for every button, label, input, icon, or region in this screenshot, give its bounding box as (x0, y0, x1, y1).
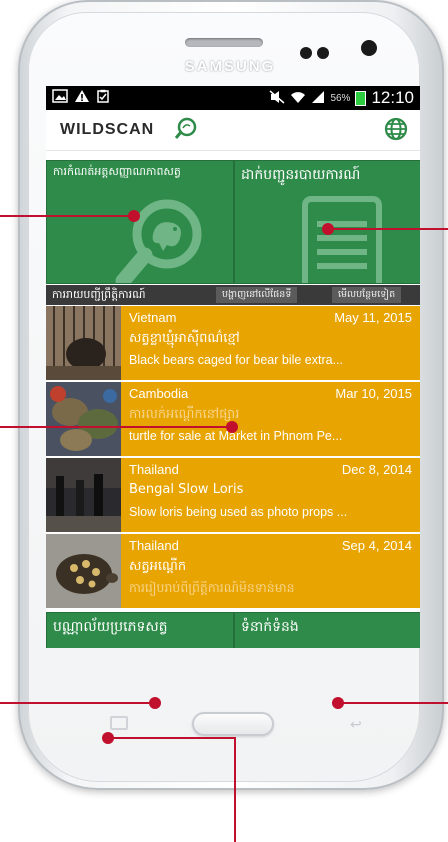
tortoise-photo (46, 534, 121, 608)
image-icon (52, 89, 68, 106)
incident-date: Mar 10, 2015 (335, 386, 412, 401)
incident-title: Bengal Slow Loris (129, 482, 244, 497)
magnifier-logo-icon (173, 116, 199, 147)
back-button-icon[interactable]: ↩ (350, 716, 362, 733)
submit-report-label: ដាក់បញ្ជូនរបាយការណ៍ (241, 167, 361, 183)
bear-cage-photo (46, 306, 121, 380)
magnifier-animal-icon (105, 189, 215, 283)
clock: 12:10 (371, 88, 414, 107)
incident-date: Sep 4, 2014 (341, 538, 412, 553)
front-sensor-icon (300, 47, 312, 59)
clipboard-icon (96, 89, 110, 106)
incident-list-title: ការរាយបញ្ជីព្រឹត្តិការណ៍ (52, 288, 146, 301)
contacts-tile[interactable]: ទំនាក់ទំនង (234, 612, 420, 648)
incident-country: Thailand (129, 462, 179, 477)
callout-line (0, 426, 232, 428)
incident-description: Slow loris being used as photo props ... (129, 505, 348, 519)
street-photo (46, 458, 121, 532)
incident-item[interactable]: Thailand Dec 8, 2014 Bengal Slow Loris S… (46, 458, 420, 534)
incident-date: Dec 8, 2014 (341, 462, 412, 477)
species-library-label: បណ្ណាល័យប្រភេទសត្វ (53, 619, 168, 635)
incident-description: turtle for sale at Market in Phnom Pe... (129, 429, 343, 443)
callout-line (108, 737, 236, 739)
see-more-tab[interactable]: មើលបន្ថែមទៀត (332, 287, 402, 303)
front-camera-icon (361, 40, 377, 56)
incident-title: សត្វអណ្តើក (129, 559, 187, 574)
callout-line (338, 702, 448, 704)
incident-country: Cambodia (129, 386, 189, 401)
mute-icon (269, 89, 285, 107)
battery-icon (355, 90, 367, 106)
incident-date: May 11, 2015 (334, 310, 412, 325)
incident-title: សត្វខ្លាឃ្មុំអាស៊ីពណ៌ខ្មៅ (129, 331, 240, 346)
wifi-icon (290, 90, 306, 107)
signal-icon (311, 90, 325, 107)
incident-item[interactable]: Thailand Sep 4, 2014 សត្វអណ្តើក ការរៀបរា… (46, 534, 420, 610)
identify-species-tile[interactable]: ការកំណត់អត្តសញ្ញាណភាពសត្វ (46, 160, 234, 284)
callout-dot (322, 223, 334, 235)
callout-line (0, 215, 135, 217)
warning-icon (74, 89, 90, 106)
callout-dot (149, 697, 161, 709)
status-bar: 56% 12:10 (46, 86, 420, 110)
home-button[interactable] (192, 712, 274, 736)
callout-dot (102, 732, 114, 744)
device-brand: SAMSUNG (184, 58, 276, 75)
incident-item[interactable]: Vietnam May 11, 2015 សត្វខ្លាឃ្មុំអាស៊ីព… (46, 306, 420, 382)
document-icon (301, 195, 383, 283)
app-screen: 56% 12:10 WILDSCAN ការកំណត់អត្តសញ្ញាណភាព… (46, 86, 420, 648)
menu-button-icon[interactable] (110, 716, 128, 730)
species-library-tile[interactable]: បណ្ណាល័យប្រភេទសត្វ (46, 612, 234, 648)
incident-title: ការលក់អណ្តើកនៅផ្សារ (129, 407, 240, 422)
callout-line (234, 737, 236, 842)
people-icon (289, 647, 399, 648)
app-logo: WILDSCAN (60, 121, 155, 138)
callout-dot (226, 421, 238, 433)
incident-description: ការរៀបរាប់ពីព្រឹត្តិការណ៍មិនទាន់មាន (129, 581, 295, 595)
submit-report-tile[interactable]: ដាក់បញ្ជូនរបាយការណ៍ (234, 160, 420, 284)
callout-line (328, 228, 448, 230)
identify-species-label: ការកំណត់អត្តសញ្ញាណភាពសត្វ (53, 165, 181, 178)
incident-item[interactable]: Cambodia Mar 10, 2015 ការលក់អណ្តើកនៅផ្សា… (46, 382, 420, 458)
callout-line (0, 702, 155, 704)
callout-dot (332, 697, 344, 709)
incident-list-header: ការរាយបញ្ជីព្រឹត្តិការណ៍ បង្ហាញនៅលើផែនទី… (46, 285, 420, 305)
incident-description: Black bears caged for bear bile extra... (129, 353, 344, 367)
show-on-map-tab[interactable]: បង្ហាញនៅលើផែនទី (216, 287, 298, 303)
app-bar: WILDSCAN (46, 110, 420, 151)
incident-country: Thailand (129, 538, 179, 553)
contacts-label: ទំនាក់ទំនង (241, 619, 299, 635)
callout-dot (128, 210, 140, 222)
globe-icon[interactable] (384, 117, 408, 146)
turtle-market-photo (46, 382, 121, 456)
incident-country: Vietnam (129, 310, 177, 325)
earpiece-speaker (185, 38, 263, 47)
front-sensor-icon (317, 47, 329, 59)
battery-percent: 56% (330, 92, 351, 104)
